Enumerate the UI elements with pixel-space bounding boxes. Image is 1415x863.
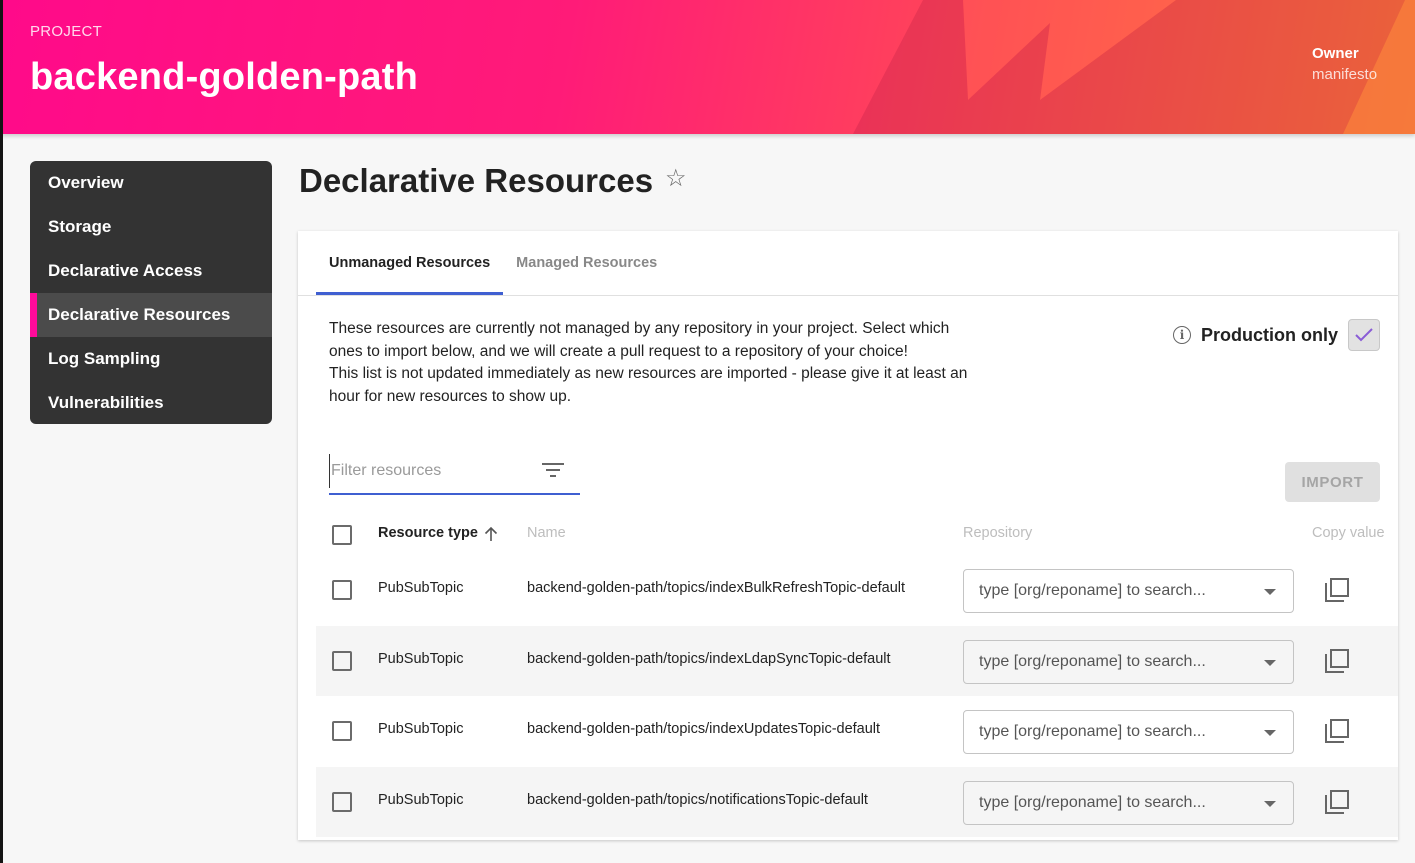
sidebar-item-label: Vulnerabilities <box>48 393 164 412</box>
filter-list-icon[interactable] <box>542 462 564 478</box>
tab-unmanaged-resources[interactable]: Unmanaged Resources <box>316 231 504 295</box>
table-row: PubSubTopic backend-golden-path/topics/i… <box>316 625 1398 696</box>
dropdown-caret-icon <box>1264 800 1276 807</box>
column-header-copy-value: Copy value <box>1312 525 1385 541</box>
sidebar-item-label: Log Sampling <box>48 349 161 368</box>
page-title: Declarative Resources <box>299 162 654 199</box>
copy-icon[interactable] <box>1324 648 1350 674</box>
production-only-toggle: i Production only <box>1173 319 1380 351</box>
resource-name-cell: backend-golden-path/topics/indexLdapSync… <box>527 650 891 667</box>
sidebar-item-storage[interactable]: Storage <box>30 205 272 249</box>
resource-type-cell: PubSubTopic <box>378 650 464 667</box>
dropdown-caret-icon <box>1264 589 1276 595</box>
row-checkbox[interactable] <box>332 580 352 600</box>
sidebar-item-label: Declarative Resources <box>48 305 231 324</box>
project-title: backend-golden-path <box>30 56 419 98</box>
resource-type-cell: PubSubTopic <box>378 580 464 596</box>
sidebar-item-label: Storage <box>48 217 112 236</box>
project-eyebrow: PROJECT <box>30 23 103 40</box>
sidebar-item-label: Declarative Access <box>48 261 203 280</box>
copy-icon[interactable] <box>1324 789 1350 815</box>
tabs-divider <box>298 295 1398 296</box>
row-checkbox[interactable] <box>332 721 352 741</box>
copy-icon[interactable] <box>1324 718 1350 744</box>
sidebar-item-overview[interactable]: Overview <box>30 161 272 205</box>
copy-icon[interactable] <box>1324 577 1350 603</box>
column-header-repository: Repository <box>963 525 1033 541</box>
owner-label: Owner <box>1312 45 1359 62</box>
description-line-1: These resources are currently not manage… <box>329 320 950 360</box>
arrow-up-icon <box>484 526 498 541</box>
repository-select-placeholder: type [org/reponame] to search... <box>979 652 1206 670</box>
tab-bar: Unmanaged Resources Managed Resources <box>316 231 670 295</box>
resource-name-cell: backend-golden-path/topics/indexUpdatesT… <box>527 721 881 737</box>
sidebar-item-log-sampling[interactable]: Log Sampling <box>30 337 272 381</box>
owner-value[interactable]: manifesto <box>1312 66 1377 83</box>
dropdown-caret-icon <box>1264 730 1276 736</box>
check-icon <box>1355 328 1373 342</box>
row-checkbox[interactable] <box>332 650 352 671</box>
filter-input[interactable] <box>329 454 529 488</box>
repository-select-placeholder: type [org/reponame] to search... <box>979 582 1206 599</box>
resources-table: Resource type Name Repository Copy value… <box>316 513 1398 837</box>
repository-select-placeholder: type [org/reponame] to search... <box>979 793 1206 811</box>
table-row: PubSubTopic backend-golden-path/topics/i… <box>316 555 1398 626</box>
repository-select-placeholder: type [org/reponame] to search... <box>979 723 1206 740</box>
resource-name-cell: backend-golden-path/topics/indexBulkRefr… <box>527 580 906 596</box>
tab-managed-resources[interactable]: Managed Resources <box>503 231 670 295</box>
repository-select[interactable]: type [org/reponame] to search... <box>963 639 1294 684</box>
resource-type-cell: PubSubTopic <box>378 721 464 737</box>
resources-card: Unmanaged Resources Managed Resources Th… <box>298 231 1398 840</box>
row-checkbox[interactable] <box>332 791 352 812</box>
column-header-resource-type[interactable]: Resource type <box>378 525 498 541</box>
production-only-checkbox[interactable] <box>1348 319 1380 351</box>
column-header-label: Resource type <box>378 525 478 541</box>
dropdown-caret-icon <box>1264 659 1276 666</box>
import-button[interactable]: IMPORT <box>1285 462 1380 502</box>
table-row: PubSubTopic backend-golden-path/topics/n… <box>316 766 1398 837</box>
column-header-name[interactable]: Name <box>527 525 566 541</box>
sidebar-item-declarative-resources[interactable]: Declarative Resources <box>30 293 272 337</box>
description: These resources are currently not manage… <box>329 318 969 409</box>
table-row: PubSubTopic backend-golden-path/topics/i… <box>316 696 1398 767</box>
repository-select[interactable]: type [org/reponame] to search... <box>963 710 1294 754</box>
star-outline-icon[interactable]: ☆ <box>665 164 687 193</box>
select-all-checkbox[interactable] <box>332 525 352 545</box>
repository-select[interactable]: type [org/reponame] to search... <box>963 569 1294 613</box>
window-edge <box>0 0 3 863</box>
project-header: PROJECT backend-golden-path Owner manife… <box>0 0 1415 134</box>
sidebar-nav: Overview Storage Declarative Access Decl… <box>30 161 272 424</box>
table-header: Resource type Name Repository Copy value <box>316 513 1398 555</box>
description-line-2: This list is not updated immediately as … <box>329 365 968 406</box>
filter-field <box>329 450 580 495</box>
resource-type-cell: PubSubTopic <box>378 791 464 808</box>
sidebar-item-declarative-access[interactable]: Declarative Access <box>30 249 272 293</box>
info-icon[interactable]: i <box>1173 326 1191 344</box>
resource-name-cell: backend-golden-path/topics/notifications… <box>527 791 868 808</box>
production-only-label: Production only <box>1201 324 1338 345</box>
sidebar-item-label: Overview <box>48 173 124 192</box>
repository-select[interactable]: type [org/reponame] to search... <box>963 780 1294 825</box>
sidebar-item-vulnerabilities[interactable]: Vulnerabilities <box>30 381 272 424</box>
